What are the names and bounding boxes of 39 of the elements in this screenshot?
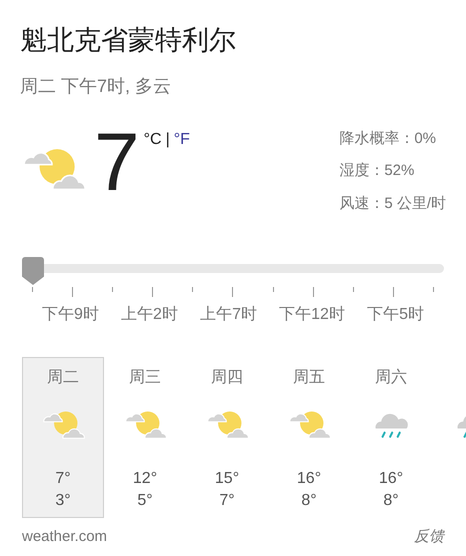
celsius-unit[interactable]: °C bbox=[144, 128, 162, 152]
feedback-link[interactable]: 反馈 bbox=[414, 526, 444, 548]
fahrenheit-unit[interactable]: °F bbox=[174, 128, 190, 152]
day-label: 周四 bbox=[211, 368, 243, 388]
low-temperature: 3° bbox=[55, 491, 71, 511]
low-temperature: 8° bbox=[301, 491, 317, 511]
weather-detail: 湿度：52% bbox=[339, 161, 416, 181]
location-title: 魁北克省蒙特利尔 bbox=[20, 24, 237, 57]
low-temperature: 5° bbox=[137, 491, 153, 511]
high-temperature: 16° bbox=[296, 469, 322, 489]
time-label: 下午9时 bbox=[42, 304, 99, 325]
low-temperature: 8° bbox=[383, 491, 399, 511]
forecast-day[interactable]: 周五 16° 8° bbox=[268, 357, 350, 518]
high-temperature: 12° bbox=[132, 469, 158, 489]
forecast-day[interactable]: 周四 15° 7° bbox=[186, 357, 268, 518]
time-slider[interactable] bbox=[22, 257, 444, 285]
weather-detail: 风速：5 公里/时 bbox=[339, 194, 446, 214]
time-label: 上午2时 bbox=[121, 304, 178, 325]
weather-subtitle: 周二 下午7时, 多云 bbox=[20, 74, 172, 98]
weather-detail: 降水概率：0% bbox=[339, 128, 437, 148]
day-label: 周五 bbox=[293, 368, 325, 388]
forecast-day[interactable]: 周三 12° 5° bbox=[104, 357, 186, 518]
time-label: 上午7时 bbox=[200, 304, 257, 325]
rain-cloud-icon bbox=[374, 413, 408, 439]
day-label: 周三 bbox=[129, 368, 161, 388]
forecast-day[interactable]: 周六 16° 8° bbox=[350, 357, 432, 518]
forecast-day[interactable]: 周二 7° 3° bbox=[22, 357, 104, 518]
high-temperature: 7° bbox=[55, 469, 71, 489]
day-label: 周六 bbox=[375, 368, 407, 388]
slider-thumb[interactable] bbox=[22, 257, 44, 285]
high-temperature: 15° bbox=[214, 469, 240, 489]
source-link[interactable]: weather.com bbox=[22, 526, 108, 548]
day-label: 周二 bbox=[47, 368, 79, 388]
high-temperature: 16° bbox=[378, 469, 404, 489]
time-label: 下午12时 bbox=[279, 304, 345, 325]
current-temperature: 7 bbox=[94, 128, 140, 210]
time-label: 下午5时 bbox=[367, 304, 424, 325]
unit-separator: | bbox=[166, 130, 170, 150]
low-temperature: 7° bbox=[219, 491, 235, 511]
